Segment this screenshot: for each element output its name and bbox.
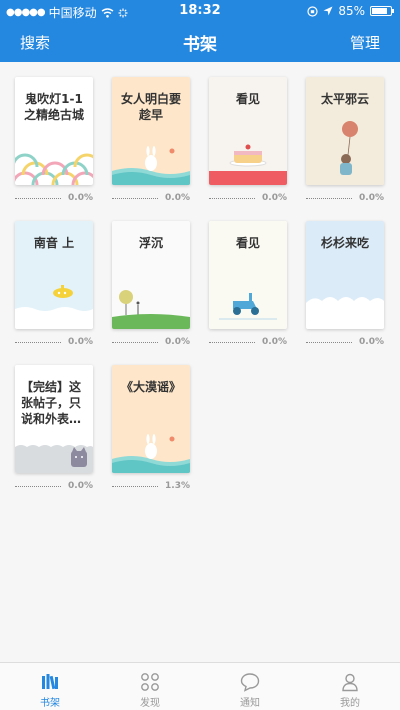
progress-percent: 0.0%	[68, 193, 93, 203]
cat-art	[15, 445, 93, 473]
progress-dots	[15, 342, 61, 343]
progress-row: 0.0%	[15, 481, 93, 491]
submarine-art	[15, 285, 93, 329]
book-cover[interactable]: 女人明白要趁早	[112, 77, 190, 185]
progress-dots	[112, 486, 158, 487]
book-cover[interactable]: 看见	[209, 77, 287, 185]
book-item[interactable]: 太平邪云 0.0%	[306, 77, 384, 203]
tab-bookshelf[interactable]: 书架	[0, 663, 100, 710]
status-bar: ●●●●● 中国移动 18:32 85%	[0, 0, 400, 22]
book-item[interactable]: 看见 0.0%	[209, 221, 287, 347]
progress-row: 0.0%	[112, 337, 190, 347]
progress-percent: 0.0%	[262, 337, 287, 347]
rabbit-sea-art	[112, 434, 190, 473]
progress-percent: 0.0%	[165, 193, 190, 203]
grid-icon	[141, 673, 159, 691]
manage-button[interactable]: 管理	[350, 32, 380, 53]
book-item[interactable]: 看见 0.0%	[209, 77, 287, 203]
battery-icon	[370, 6, 394, 16]
progress-row: 0.0%	[306, 193, 384, 203]
tab-profile[interactable]: 我的	[300, 663, 400, 710]
progress-percent: 0.0%	[359, 193, 384, 203]
book-item[interactable]: 杉杉来吃 0.0%	[306, 221, 384, 347]
book-item[interactable]: 女人明白要趁早 0.0%	[112, 77, 190, 203]
book-title: 《大漠谣》	[120, 380, 181, 394]
tab-label: 发现	[140, 698, 160, 709]
book-item[interactable]: 浮沉 0.0%	[112, 221, 190, 347]
progress-percent: 0.0%	[68, 481, 93, 491]
progress-row: 0.0%	[15, 337, 93, 347]
book-cover[interactable]: 《大漠谣》	[112, 365, 190, 473]
progress-percent: 0.0%	[262, 193, 287, 203]
book-item[interactable]: 南音 上 0.0%	[15, 221, 93, 347]
tab-label: 书架	[40, 698, 60, 709]
person-icon	[342, 673, 358, 692]
rabbit-sea-art	[112, 146, 190, 185]
progress-row: 1.3%	[112, 481, 190, 491]
page-title: 书架	[183, 35, 217, 55]
tab-notifications[interactable]: 通知	[200, 663, 300, 710]
progress-dots	[209, 198, 255, 199]
status-right: 85%	[307, 4, 394, 18]
balloon-bear-art	[306, 121, 384, 185]
progress-row: 0.0%	[209, 337, 287, 347]
book-item[interactable]: 《大漠谣》 1.3%	[112, 365, 190, 491]
progress-percent: 0.0%	[165, 337, 190, 347]
book-cover[interactable]: 【完结】这张帖子，只说和外表…	[15, 365, 93, 473]
progress-row: 0.0%	[112, 193, 190, 203]
book-cover[interactable]: 鬼吹灯1-1之精绝古城	[15, 77, 93, 185]
book-item[interactable]: 鬼吹灯1-1之精绝古城 0.0%	[15, 77, 93, 203]
tab-discover[interactable]: 发现	[100, 663, 200, 710]
bookshelf-icon	[42, 674, 58, 690]
book-cover[interactable]: 南音 上	[15, 221, 93, 329]
wave-pattern-art	[15, 153, 93, 185]
nav-bar: 搜索 书架 管理	[0, 22, 400, 62]
progress-percent: 1.3%	[165, 481, 190, 491]
progress-dots	[306, 342, 352, 343]
progress-dots	[15, 486, 61, 487]
tab-bar: 书架 发现 通知 我的	[0, 662, 400, 710]
progress-row: 0.0%	[209, 193, 287, 203]
book-cover[interactable]: 浮沉	[112, 221, 190, 329]
cloud-art	[306, 297, 384, 329]
progress-dots	[209, 342, 255, 343]
book-title: 【完结】这张帖子，只说和外表…	[21, 380, 82, 426]
rotation-lock-icon	[307, 5, 318, 17]
book-title: 太平邪云	[320, 92, 369, 106]
book-title: 杉杉来吃	[320, 236, 369, 250]
progress-row: 0.0%	[306, 337, 384, 347]
battery-fill	[372, 8, 388, 14]
book-item[interactable]: 【完结】这张帖子，只说和外表… 0.0%	[15, 365, 93, 491]
book-title: 女人明白要趁早	[120, 92, 181, 122]
book-cover[interactable]: 看见	[209, 221, 287, 329]
book-title: 看见	[235, 92, 260, 106]
progress-percent: 0.0%	[68, 337, 93, 347]
progress-dots	[306, 198, 352, 199]
chat-bubble-icon	[240, 673, 260, 692]
progress-dots	[15, 198, 61, 199]
book-title: 鬼吹灯1-1之精绝古城	[23, 92, 84, 122]
location-icon	[323, 6, 333, 16]
tab-label: 通知	[240, 698, 260, 709]
book-cover[interactable]: 太平邪云	[306, 77, 384, 185]
progress-dots	[112, 198, 158, 199]
book-title: 浮沉	[138, 236, 163, 250]
book-cover[interactable]: 杉杉来吃	[306, 221, 384, 329]
progress-percent: 0.0%	[359, 337, 384, 347]
book-title: 看见	[235, 236, 260, 250]
cake-art	[209, 144, 287, 185]
progress-dots	[112, 342, 158, 343]
progress-row: 0.0%	[15, 193, 93, 203]
tab-label: 我的	[340, 698, 360, 709]
scooter-art	[219, 293, 277, 320]
battery-percent: 85%	[338, 4, 365, 18]
book-title: 南音 上	[33, 236, 75, 250]
tree-hill-art	[112, 290, 190, 329]
